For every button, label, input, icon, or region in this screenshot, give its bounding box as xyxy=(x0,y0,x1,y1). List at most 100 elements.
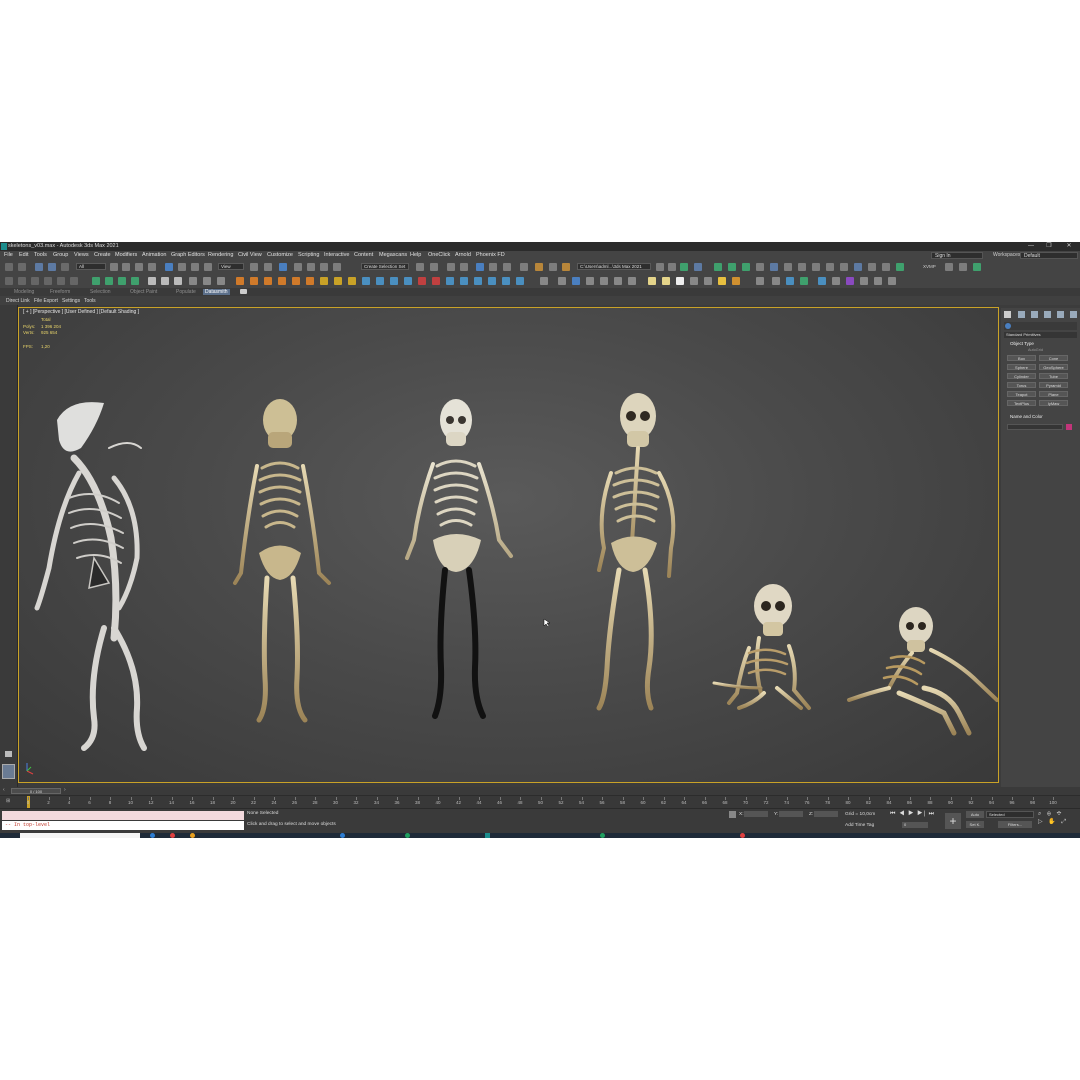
rendered-frame-window-icon[interactable] xyxy=(549,263,557,271)
toolbar2-icon-31[interactable] xyxy=(800,277,808,285)
percent-snap-icon[interactable] xyxy=(320,263,328,271)
absolute-mode-icon[interactable] xyxy=(729,811,736,818)
settings-button[interactable]: Settings xyxy=(62,298,80,304)
fire-icon-3[interactable] xyxy=(264,277,272,285)
skeleton-reclining[interactable] xyxy=(847,607,998,736)
playback-controls[interactable]: ⏮ ◀ ▶ ▶| ⏭ xyxy=(890,811,940,819)
alien-skeleton[interactable] xyxy=(34,402,147,751)
fire-icon-5[interactable] xyxy=(292,277,300,285)
taskbar-app-icon-2[interactable] xyxy=(170,833,175,838)
set-key-icon[interactable]: + xyxy=(945,813,961,829)
menu-civil-view[interactable]: Civil View xyxy=(238,252,262,258)
water-icon-1[interactable] xyxy=(362,277,370,285)
menu-content[interactable]: Content xyxy=(354,252,373,258)
menu-rendering[interactable]: Rendering xyxy=(208,252,233,258)
tab-modeling[interactable]: Modeling xyxy=(14,289,34,295)
taskbar-app-icon-7[interactable] xyxy=(740,833,745,838)
object-type-header[interactable]: Object Type xyxy=(1004,341,1077,346)
reference-coordinate-dropdown[interactable]: View xyxy=(218,263,244,270)
water-icon-3[interactable] xyxy=(390,277,398,285)
geosphere-button[interactable]: GeoSphere xyxy=(1039,364,1068,370)
toolbar2-icon-11[interactable] xyxy=(189,277,197,285)
box-button[interactable]: Box xyxy=(1007,355,1036,361)
toolbar2-icon-9[interactable] xyxy=(118,277,126,285)
motion-tab-icon[interactable] xyxy=(1044,311,1051,318)
rotate-icon[interactable] xyxy=(178,263,186,271)
menu-edit[interactable]: Edit xyxy=(19,252,28,258)
overflow-chevron-icon[interactable] xyxy=(668,263,676,271)
key-filter-dropdown[interactable]: Selected xyxy=(986,811,1034,818)
menu-create[interactable]: Create xyxy=(94,252,111,258)
toolbar2-icon-36[interactable] xyxy=(874,277,882,285)
align-icon[interactable] xyxy=(430,263,438,271)
fire-icon-6[interactable] xyxy=(306,277,314,285)
tab-selection[interactable]: Selection xyxy=(90,289,111,295)
display-tab-icon[interactable] xyxy=(1057,311,1064,318)
plugin-icon-13[interactable] xyxy=(882,263,890,271)
water-icon-5[interactable] xyxy=(446,277,454,285)
toolbar2-icon-25[interactable] xyxy=(690,277,698,285)
object-color-swatch[interactable] xyxy=(1066,424,1072,430)
prev-frame-icon[interactable]: ‹ xyxy=(3,787,5,793)
select-object-icon[interactable] xyxy=(110,263,118,271)
taskbar-app-icon-5[interactable] xyxy=(405,833,410,838)
material-editor-icon[interactable] xyxy=(520,263,528,271)
taskbar-3dsmax-icon[interactable] xyxy=(485,833,490,838)
torus-button[interactable]: Torus xyxy=(1007,382,1036,388)
plane-button[interactable]: Plane xyxy=(1039,391,1068,397)
spinner-snap-icon[interactable] xyxy=(333,263,341,271)
toolbar2-icon-13[interactable] xyxy=(217,277,225,285)
plugin-icon-7[interactable] xyxy=(798,263,806,271)
taskbar-app-icon-4[interactable] xyxy=(340,833,345,838)
tab-freeform[interactable]: Freeform xyxy=(50,289,70,295)
toolbar2-icon-16[interactable] xyxy=(558,277,566,285)
track-bar-menu-icon[interactable]: ⊞ xyxy=(6,798,10,804)
iymaw-button[interactable]: IyMaw xyxy=(1039,400,1068,406)
toolbar2-icon-10[interactable] xyxy=(131,277,139,285)
scale-icon[interactable] xyxy=(191,263,199,271)
menu-oneclick[interactable]: OneClick xyxy=(428,252,450,258)
record-icon[interactable] xyxy=(174,277,182,285)
angle-snap-icon[interactable] xyxy=(307,263,315,271)
next-frame-icon[interactable]: › xyxy=(64,787,66,793)
water-icon-7[interactable] xyxy=(474,277,482,285)
taskbar-app-icon-6[interactable] xyxy=(600,833,605,838)
move-icon[interactable] xyxy=(165,263,173,271)
name-color-header[interactable]: Name and Color xyxy=(1004,414,1077,419)
taskbar-app-icon-3[interactable] xyxy=(190,833,195,838)
toolbar2-icon-14[interactable] xyxy=(418,277,426,285)
toolbar2-icon-19[interactable] xyxy=(600,277,608,285)
plugin-icon-10[interactable] xyxy=(840,263,848,271)
unlink-icon[interactable] xyxy=(48,263,56,271)
z-coordinate-field[interactable] xyxy=(814,811,838,817)
create-tab-icon[interactable] xyxy=(1004,311,1011,318)
script-tool-icon[interactable] xyxy=(680,263,688,271)
place-icon[interactable] xyxy=(204,263,212,271)
menu-help[interactable]: Help xyxy=(410,252,421,258)
water-icon-4[interactable] xyxy=(404,277,412,285)
toolbar2-icon-18[interactable] xyxy=(586,277,594,285)
sphere-button[interactable]: Sphere xyxy=(1007,364,1036,370)
category-icons-row[interactable] xyxy=(1004,322,1077,330)
taskbar-app-icon-1[interactable] xyxy=(150,833,155,838)
render-setup-icon[interactable] xyxy=(535,263,543,271)
plugin-icon-17[interactable] xyxy=(973,263,981,271)
toolbar2-icon-23[interactable] xyxy=(662,277,670,285)
skeleton-crouching[interactable] xyxy=(712,584,811,710)
selection-filter-dropdown[interactable]: All xyxy=(76,263,106,270)
toolbar2-icon-4[interactable] xyxy=(44,277,52,285)
plugin-icon-11[interactable] xyxy=(854,263,862,271)
layout-tab-icon[interactable] xyxy=(2,764,15,779)
plugin-icon-6[interactable] xyxy=(784,263,792,271)
add-time-tag-button[interactable]: Add Time Tag xyxy=(845,823,874,828)
menu-arnold[interactable]: Arnold xyxy=(455,252,471,258)
time-slider[interactable]: 0 / 100 ‹ › xyxy=(0,787,1080,795)
viewport-navigation-icons[interactable]: ⌕ ⊕ ✥ ▷ ✋ ⤢ xyxy=(1038,811,1078,831)
maxscript-listener-output[interactable]: -- In top-level xyxy=(2,821,244,830)
primitive-type-dropdown[interactable]: Standard Primitives xyxy=(1004,332,1077,338)
menu-modifiers[interactable]: Modifiers xyxy=(115,252,137,258)
menu-tools[interactable]: Tools xyxy=(34,252,47,258)
named-selection-set-dropdown[interactable]: Create Selection Set xyxy=(361,263,409,270)
toolbar2-icon-30[interactable] xyxy=(786,277,794,285)
water-icon-8[interactable] xyxy=(488,277,496,285)
